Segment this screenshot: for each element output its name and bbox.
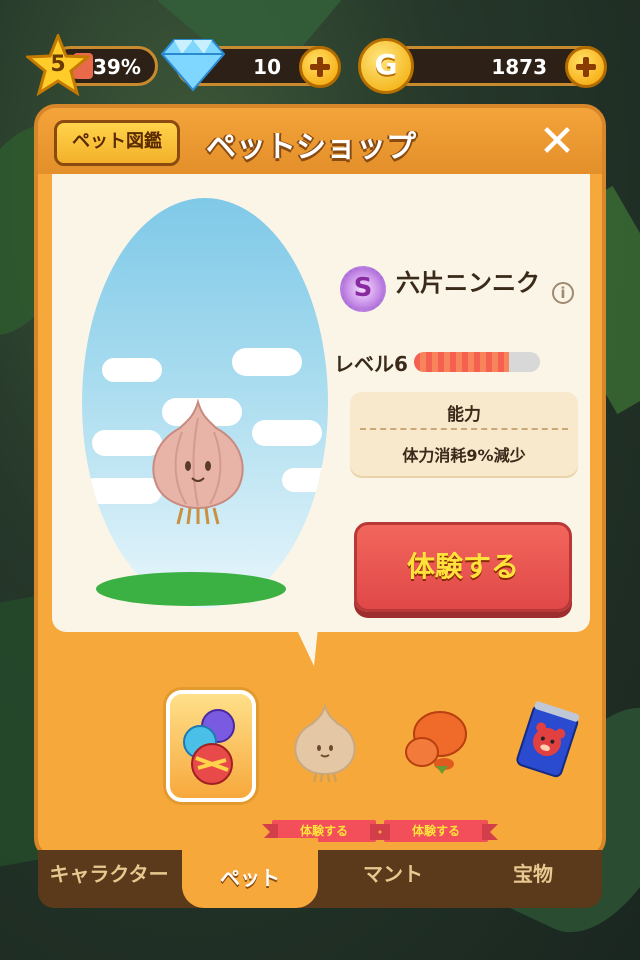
ability-description: 体力消耗9%減少 (402, 446, 526, 465)
cloud (252, 420, 322, 446)
grass-platform (96, 572, 286, 606)
cloud (102, 358, 162, 382)
coin-icon: G (358, 38, 414, 94)
candy-jar-icon (178, 708, 244, 788)
tab-label: キャラクター (49, 862, 169, 886)
pet-dex-button[interactable]: ペット図鑑 (54, 120, 180, 166)
pet-detail-card: S 六片ニンニク i レベル6 能力 体力消耗9%減少 体験する (52, 174, 590, 632)
coin-bar: 1873 (388, 46, 607, 88)
player-level: 5 (50, 52, 66, 77)
speech-bubble-tail (296, 628, 318, 666)
exp-percent: 39% (93, 55, 141, 79)
level-star-icon: 5 (24, 31, 92, 97)
tab-cape[interactable]: マント (328, 850, 458, 908)
tab-label: ペット (220, 866, 280, 890)
rank-badge: S (340, 266, 386, 312)
tab-label: マント (363, 862, 423, 886)
tab-label: 宝物 (513, 862, 553, 886)
garlic-pet-icon (142, 398, 254, 526)
pet-slot-garlic[interactable] (284, 690, 374, 802)
gem-count: 10 (253, 55, 281, 79)
tab-character[interactable]: キャラクター (44, 850, 174, 908)
orange-creature-icon (400, 704, 476, 782)
cloud (232, 348, 302, 376)
cloud (282, 468, 328, 492)
diamond-icon (160, 36, 226, 92)
coin-symbol: G (374, 48, 398, 81)
divider (360, 428, 568, 430)
panel-header: ペット図鑑 ペットショップ ✕ (38, 108, 602, 174)
page-title: ペットショップ (206, 130, 416, 165)
add-gems-button[interactable] (299, 46, 341, 88)
tab-pet[interactable]: ペット (182, 838, 318, 908)
try-pet-button[interactable]: 体験する (354, 522, 572, 612)
tab-treasure[interactable]: 宝物 (468, 850, 598, 908)
pet-level-fill (414, 352, 509, 372)
pet-slot-orange-creature[interactable] (394, 690, 484, 802)
pet-slot-bear-can[interactable] (506, 690, 596, 802)
pet-level-label: レベル6 (334, 352, 408, 376)
pet-name: 六片ニンニク (396, 269, 540, 297)
add-coins-button[interactable] (565, 46, 607, 88)
category-tabs: キャラクター ペット マント 宝物 (38, 838, 602, 908)
pet-level-bar (414, 352, 540, 372)
close-icon: ✕ (538, 116, 576, 167)
pet-shop-panel: ペット図鑑 ペットショップ ✕ S 六片ニンニク i レベル6 能力 体力消耗9… (34, 104, 606, 908)
bear-can-icon (510, 698, 585, 787)
pet-slot-candy-jar[interactable] (166, 690, 256, 802)
close-button[interactable]: ✕ (532, 118, 582, 168)
try-ribbon-orange-creature[interactable]: 体験する (374, 820, 498, 842)
ability-title: 能力 (447, 405, 481, 425)
garlic-icon (290, 702, 360, 788)
info-icon[interactable]: i (552, 282, 574, 304)
ability-box: 能力 体力消耗9%減少 (350, 392, 578, 476)
coin-count: 1873 (491, 55, 547, 79)
